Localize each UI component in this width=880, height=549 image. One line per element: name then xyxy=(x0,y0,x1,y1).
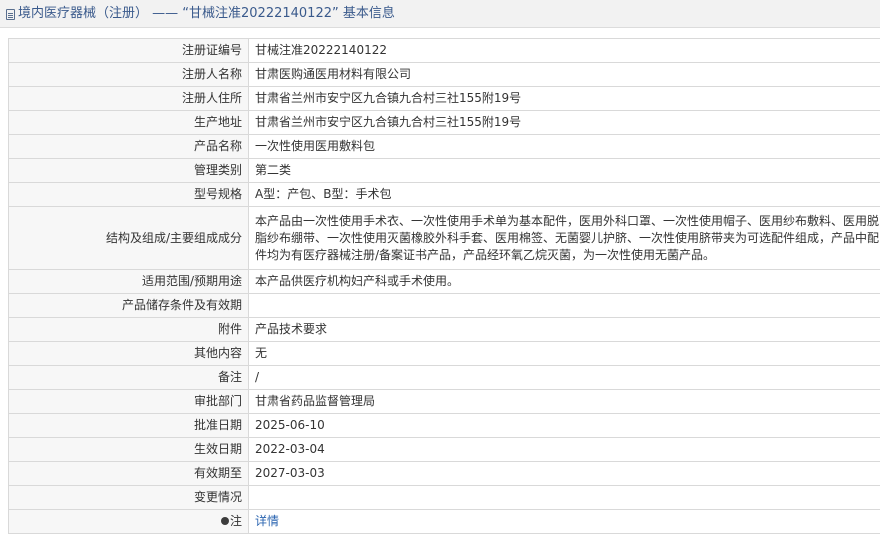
field-value: 甘肃医购通医用材料有限公司 xyxy=(248,62,880,87)
field-label: 产品储存条件及有效期 xyxy=(8,293,249,318)
field-label: 附件 xyxy=(8,317,249,342)
field-label: 产品名称 xyxy=(8,134,249,159)
table-row: 型号规格 A型：产包、B型：手术包 xyxy=(8,182,880,207)
table-row: 生产地址 甘肃省兰州市安宁区九合镇九合村三社155附19号 xyxy=(8,110,880,135)
field-label: 审批部门 xyxy=(8,389,249,414)
document-icon xyxy=(6,8,15,20)
table-row: 备注 / xyxy=(8,365,880,390)
table-row: 注册人名称 甘肃医购通医用材料有限公司 xyxy=(8,62,880,87)
field-value: 本产品供医疗机构妇产科或手术使用。 xyxy=(248,269,880,294)
table-row: 其他内容 无 xyxy=(8,341,880,366)
table-row: 注册人住所 甘肃省兰州市安宁区九合镇九合村三社155附19号 xyxy=(8,86,880,111)
field-value: 2022-03-04 xyxy=(248,437,880,462)
field-label: 变更情况 xyxy=(8,485,249,510)
note-value: 详情 xyxy=(248,509,880,534)
field-label: 批准日期 xyxy=(8,413,249,438)
field-label: 结构及组成/主要组成成分 xyxy=(8,206,249,270)
note-label-text: 注 xyxy=(229,514,242,528)
header-bar: 境内医疗器械（注册） —— “甘械注准20222140122” 基本信息 xyxy=(0,0,880,28)
field-label: 其他内容 xyxy=(8,341,249,366)
field-value: 甘肃省兰州市安宁区九合镇九合村三社155附19号 xyxy=(248,110,880,135)
field-value: 一次性使用医用敷料包 xyxy=(248,134,880,159)
table-row: 有效期至 2027-03-03 xyxy=(8,461,880,486)
table-row: 变更情况 xyxy=(8,485,880,510)
field-value xyxy=(248,485,880,510)
field-label: 型号规格 xyxy=(8,182,249,207)
field-label: 注册人住所 xyxy=(8,86,249,111)
page-title: 境内医疗器械（注册） —— “甘械注准20222140122” 基本信息 xyxy=(6,6,395,22)
field-value: 甘肃省药品监督管理局 xyxy=(248,389,880,414)
field-label: 生效日期 xyxy=(8,437,249,462)
table-row: 审批部门 甘肃省药品监督管理局 xyxy=(8,389,880,414)
field-value: 本产品由一次性使用手术衣、一次性使用手术单为基本配件，医用外科口罩、一次性使用帽… xyxy=(248,206,880,270)
table-row: 产品名称 一次性使用医用敷料包 xyxy=(8,134,880,159)
field-value xyxy=(248,293,880,318)
pin-icon xyxy=(220,516,229,525)
table-row: 结构及组成/主要组成成分 本产品由一次性使用手术衣、一次性使用手术单为基本配件，… xyxy=(8,206,880,270)
table-row: 批准日期 2025-06-10 xyxy=(8,413,880,438)
note-row: 注 详情 xyxy=(8,509,880,534)
field-value: 无 xyxy=(248,341,880,366)
note-label: 注 xyxy=(8,509,249,534)
field-label: 管理类别 xyxy=(8,158,249,183)
info-table: 注册证编号 甘械注准20222140122 注册人名称 甘肃医购通医用材料有限公… xyxy=(8,38,880,534)
details-link[interactable]: 详情 xyxy=(255,514,279,528)
field-value: 2025-06-10 xyxy=(248,413,880,438)
field-label: 适用范围/预期用途 xyxy=(8,269,249,294)
table-row: 附件 产品技术要求 xyxy=(8,317,880,342)
table-row: 适用范围/预期用途 本产品供医疗机构妇产科或手术使用。 xyxy=(8,269,880,294)
field-value: / xyxy=(248,365,880,390)
page-title-text: 境内医疗器械（注册） —— “甘械注准20222140122” 基本信息 xyxy=(18,6,395,21)
field-value: 第二类 xyxy=(248,158,880,183)
field-value: 甘肃省兰州市安宁区九合镇九合村三社155附19号 xyxy=(248,86,880,111)
field-label: 生产地址 xyxy=(8,110,249,135)
field-value: A型：产包、B型：手术包 xyxy=(248,182,880,207)
table-row: 产品储存条件及有效期 xyxy=(8,293,880,318)
table-row: 生效日期 2022-03-04 xyxy=(8,437,880,462)
table-row: 管理类别 第二类 xyxy=(8,158,880,183)
table-row: 注册证编号 甘械注准20222140122 xyxy=(8,38,880,63)
field-label: 有效期至 xyxy=(8,461,249,486)
field-label: 注册人名称 xyxy=(8,62,249,87)
field-label: 注册证编号 xyxy=(8,38,249,63)
field-value: 产品技术要求 xyxy=(248,317,880,342)
field-label: 备注 xyxy=(8,365,249,390)
field-value: 甘械注准20222140122 xyxy=(248,38,880,63)
field-value: 2027-03-03 xyxy=(248,461,880,486)
